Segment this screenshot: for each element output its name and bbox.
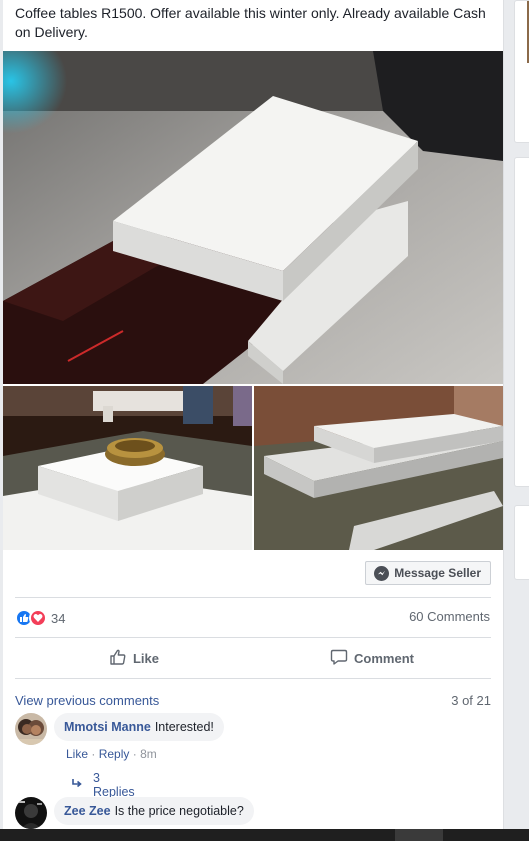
comments-count-link[interactable]: 60 Comments <box>409 609 490 624</box>
comment-bubble-icon <box>330 648 348 669</box>
divider <box>15 637 491 638</box>
like-label: Like <box>132 650 159 666</box>
comment-bubble: Mmotsi Manne Interested! <box>54 713 224 741</box>
separator-dot: · <box>91 747 96 761</box>
love-reaction-icon <box>29 609 47 627</box>
like-button[interactable]: Like <box>15 640 253 676</box>
comment-text: Interested! <box>154 720 214 734</box>
comment-bubble: Zee Zee Is the price negotiable? <box>54 797 254 825</box>
comment-reply-link[interactable]: Reply <box>99 747 130 761</box>
os-taskbar <box>0 829 529 841</box>
reaction-summary[interactable]: 34 <box>15 608 65 628</box>
reaction-count: 34 <box>51 610 66 626</box>
reply-arrow-icon <box>71 778 83 792</box>
post-actions: Like Comment <box>15 640 491 676</box>
comment-author[interactable]: Mmotsi Manne <box>64 720 151 734</box>
right-sidebar-card <box>514 0 529 143</box>
comment-text: Is the price negotiable? <box>114 804 244 818</box>
avatar[interactable] <box>15 797 47 829</box>
view-replies-link[interactable]: 3 Replies <box>71 771 135 799</box>
separator-dot: · <box>132 747 137 761</box>
comment-timestamp: 8m <box>140 747 157 761</box>
comment-meta: Like · Reply · 8m <box>66 747 157 761</box>
thumbs-up-icon <box>109 648 127 669</box>
comment-author[interactable]: Zee Zee <box>64 804 111 818</box>
messenger-icon <box>374 565 390 581</box>
marketplace-post: Coffee tables R1500. Offer available thi… <box>3 0 504 841</box>
message-seller-row: Message Seller <box>3 561 504 587</box>
coffee-table-photo-main[interactable] <box>3 51 503 384</box>
comment-button[interactable]: Comment <box>253 640 491 676</box>
comments-page-count: 3 of 21 <box>451 693 491 708</box>
divider <box>15 678 491 679</box>
post-text: Coffee tables R1500. Offer available thi… <box>15 5 486 40</box>
right-sidebar-card <box>514 157 529 487</box>
divider <box>15 597 491 598</box>
coffee-table-photo-3[interactable] <box>254 386 503 550</box>
taskbar-item[interactable] <box>395 829 443 841</box>
replies-label: 3 Replies <box>93 771 135 799</box>
message-seller-button[interactable]: Message Seller <box>365 561 491 585</box>
comment-label: Comment <box>354 650 414 666</box>
comment-like-link[interactable]: Like <box>66 747 88 761</box>
coffee-table-photo-2[interactable] <box>3 386 252 550</box>
right-sidebar-card <box>514 505 529 580</box>
message-seller-label: Message Seller <box>394 566 481 580</box>
view-previous-comments-link[interactable]: View previous comments <box>15 693 159 708</box>
avatar[interactable] <box>15 713 47 745</box>
